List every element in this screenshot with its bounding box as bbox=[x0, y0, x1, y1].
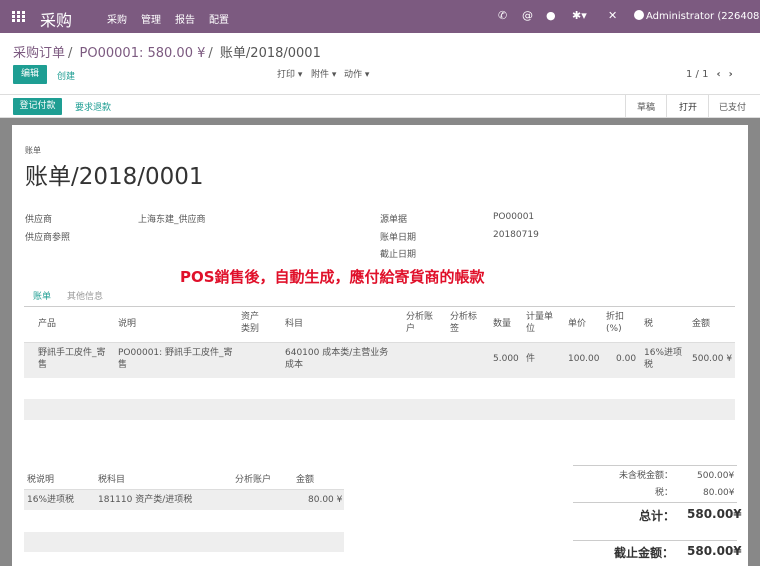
total-label: 总计： bbox=[639, 509, 676, 523]
pager-value[interactable]: 1 / 1 bbox=[686, 69, 708, 80]
totals-divider bbox=[573, 502, 737, 503]
user-menu[interactable]: Administrator (226408) ▾ bbox=[634, 10, 760, 22]
action-label: 动作 bbox=[344, 70, 363, 80]
tax-line-description: 16%进项税 bbox=[27, 495, 75, 505]
menu-report[interactable]: 报告 bbox=[175, 11, 195, 26]
breadcrumb: 采购订单 / PO00001: 580.00 ¥ / 账单/2018/0001 bbox=[13, 42, 321, 61]
totals-divider bbox=[573, 465, 737, 466]
col-uom: 计量单位 bbox=[526, 312, 554, 334]
line-description: PO00001: 野訊手工皮件_寄售 bbox=[118, 348, 233, 370]
tab-divider bbox=[24, 306, 735, 307]
menu-config[interactable]: 配置 bbox=[209, 11, 229, 26]
app-name: 采购 bbox=[40, 11, 73, 30]
close-icon[interactable]: ✕ bbox=[608, 9, 617, 22]
totals-divider bbox=[573, 540, 737, 541]
line-taxes: 16%进项税 bbox=[644, 348, 683, 370]
col-taxes: 税 bbox=[644, 319, 654, 329]
status-bar: 登记付款 要求退款 草稿 打开 已支付 bbox=[0, 94, 760, 118]
tax-col-analytic: 分析账户 bbox=[235, 475, 272, 485]
print-label: 打印 bbox=[277, 70, 296, 80]
col-product: 产品 bbox=[38, 319, 57, 329]
tab-other-info[interactable]: 其他信息 bbox=[67, 289, 103, 302]
col-asset-category: 资产类别 bbox=[241, 312, 260, 334]
document-type: 账单 bbox=[25, 146, 41, 155]
due-date-label: 截止日期 bbox=[380, 250, 417, 260]
edit-button[interactable]: 编辑 bbox=[13, 65, 47, 84]
attachment-label: 附件 bbox=[311, 70, 330, 80]
line-discount: 0.00 bbox=[616, 354, 637, 364]
action-dropdown[interactable]: 动作 ▾ bbox=[344, 67, 369, 80]
vendor-label: 供应商 bbox=[25, 215, 53, 225]
vendor-link[interactable]: 上海东建_供应商 bbox=[138, 212, 206, 225]
document-title: 账单/2018/0001 bbox=[25, 164, 204, 190]
stage-divider bbox=[625, 95, 626, 118]
line-amount: 500.00 ¥ bbox=[692, 354, 733, 364]
amount-due-value: 580.00¥ bbox=[687, 544, 742, 558]
add-tax-row[interactable] bbox=[24, 532, 344, 552]
stage-open[interactable]: 打开 bbox=[679, 100, 697, 113]
tax-col-amount: 金额 bbox=[296, 475, 315, 485]
vendor-ref-label: 供应商参照 bbox=[25, 233, 71, 243]
tax-value: 80.00¥ bbox=[703, 488, 735, 498]
breadcrumb-po[interactable]: PO00001: 580.00 ¥ bbox=[80, 46, 206, 61]
line-unit-price: 100.00 bbox=[568, 354, 600, 364]
amount-due-label: 截止金额： bbox=[614, 546, 675, 560]
untaxed-value: 500.00¥ bbox=[697, 471, 735, 481]
tax-label: 税： bbox=[655, 488, 674, 498]
col-description: 说明 bbox=[118, 319, 137, 329]
col-unit-price: 单价 bbox=[568, 319, 587, 329]
tax-col-description: 税说明 bbox=[27, 475, 55, 485]
tax-line-amount: 80.00 ¥ bbox=[308, 495, 343, 505]
untaxed-label: 未含税金额： bbox=[619, 471, 674, 481]
apps-grid-icon[interactable] bbox=[12, 11, 25, 22]
col-amount: 金额 bbox=[692, 319, 711, 329]
tax-col-account: 税科目 bbox=[98, 475, 126, 485]
pager: 1 / 1 ‹ › bbox=[686, 69, 733, 80]
top-navbar: 采购 采购 管理 报告 配置 ✆ @ ● ✱▾ ✕ Administrator … bbox=[0, 0, 760, 33]
col-analytic-account: 分析账户 bbox=[406, 312, 434, 334]
menu-purchase[interactable]: 采购 bbox=[107, 11, 127, 26]
chevron-left-icon[interactable]: ‹ bbox=[716, 69, 720, 80]
attachment-dropdown[interactable]: 附件 ▾ bbox=[311, 67, 336, 80]
menu-manage[interactable]: 管理 bbox=[141, 11, 161, 26]
source-value: PO00001 bbox=[493, 212, 535, 222]
breadcrumb-separator: / bbox=[208, 46, 213, 61]
total-value: 580.00¥ bbox=[687, 507, 742, 521]
at-sign-icon[interactable]: @ bbox=[522, 9, 533, 22]
date-label: 账单日期 bbox=[380, 233, 417, 243]
annotation-note: POS銷售後，自動生成，應付給寄貨商的帳款 bbox=[180, 268, 485, 286]
col-quantity: 数量 bbox=[493, 319, 512, 329]
stage-paid[interactable]: 已支付 bbox=[719, 100, 746, 113]
stage-draft[interactable]: 草稿 bbox=[637, 100, 655, 113]
chat-icon[interactable]: ● bbox=[546, 9, 556, 22]
breadcrumb-purchase-orders[interactable]: 采购订单 bbox=[13, 46, 65, 61]
user-name: Administrator (226408) bbox=[646, 11, 760, 22]
col-account: 科目 bbox=[285, 319, 304, 329]
tab-invoice[interactable]: 账单 bbox=[33, 289, 51, 302]
request-refund-button[interactable]: 要求退款 bbox=[75, 100, 111, 113]
source-label: 源单据 bbox=[380, 215, 408, 225]
avatar bbox=[634, 10, 644, 20]
stage-divider bbox=[708, 95, 709, 118]
stage-divider bbox=[666, 95, 667, 118]
create-button[interactable]: 创建 bbox=[57, 69, 75, 82]
register-payment-button[interactable]: 登记付款 bbox=[13, 98, 62, 115]
line-product: 野訊手工皮件_寄售 bbox=[38, 348, 106, 370]
line-account: 640100 成本类/主营业务成本 bbox=[285, 348, 389, 370]
col-analytic-tags: 分析标签 bbox=[450, 312, 478, 334]
add-line-row[interactable] bbox=[24, 399, 735, 420]
breadcrumb-current: 账单/2018/0001 bbox=[219, 46, 321, 61]
breadcrumb-separator: / bbox=[68, 46, 73, 61]
chevron-right-icon[interactable]: › bbox=[729, 69, 733, 80]
line-quantity: 5.000 bbox=[493, 354, 519, 364]
date-value: 20180719 bbox=[493, 230, 539, 240]
tax-line-account: 181110 资产类/进项税 bbox=[98, 495, 193, 505]
print-dropdown[interactable]: 打印 ▾ bbox=[277, 67, 302, 80]
line-uom: 件 bbox=[526, 354, 536, 364]
col-discount: 折扣(%) bbox=[606, 312, 625, 334]
phone-icon[interactable]: ✆ bbox=[498, 9, 507, 22]
bug-icon[interactable]: ✱▾ bbox=[572, 9, 587, 22]
